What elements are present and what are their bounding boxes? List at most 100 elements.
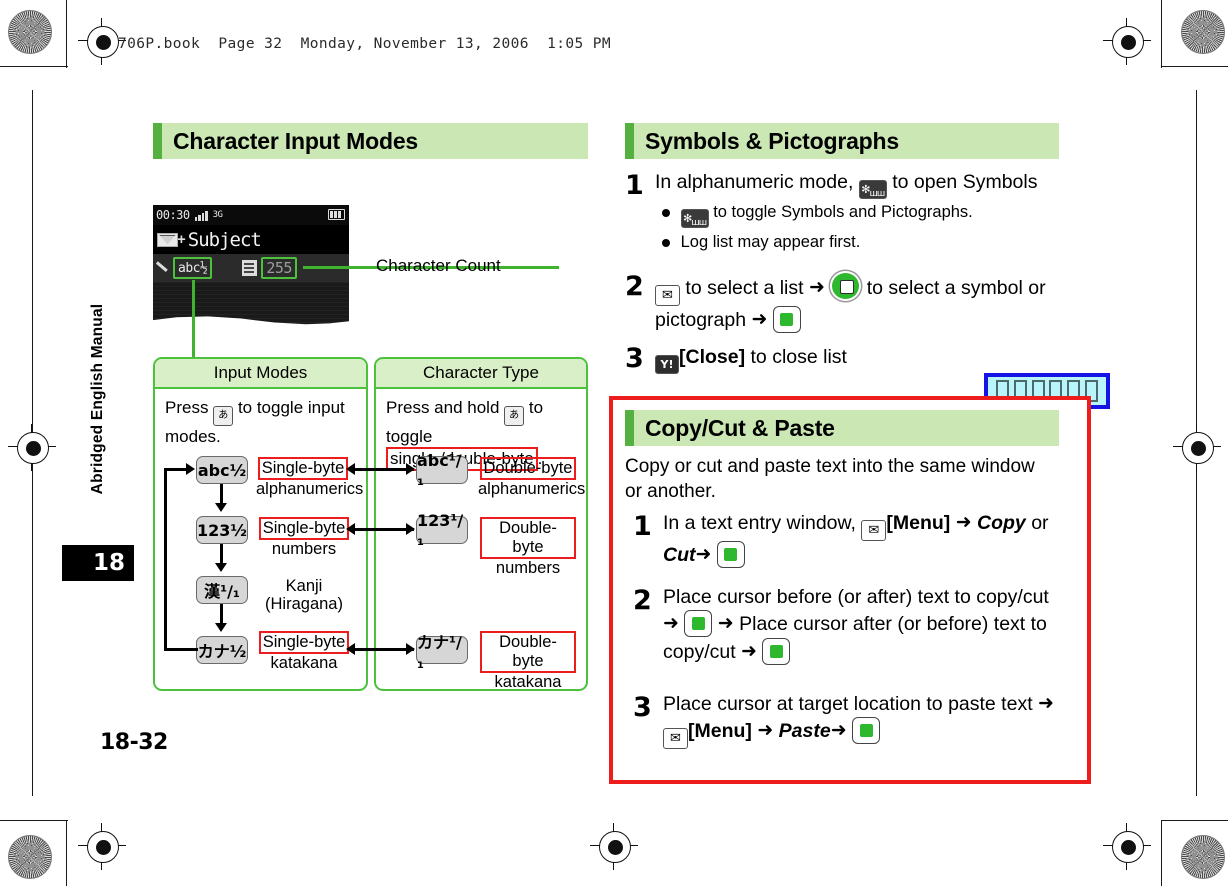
- flow-sub-single-kata: katakana: [270, 653, 338, 672]
- mail-key-icon-2[interactable]: ✉: [861, 520, 887, 541]
- reg-bullseye-mr: [1182, 432, 1214, 464]
- flow-label-kanji: Kanji (Hiragana): [265, 577, 343, 614]
- step3-text-b: to close list: [750, 346, 847, 368]
- print-registration-starburst-tr: [1181, 10, 1225, 54]
- arrow-glyph-4: ➜: [695, 544, 712, 565]
- step3-close-label: [Close]: [679, 346, 746, 368]
- copy3-text-a: Place cursor at target location to paste…: [663, 693, 1033, 715]
- crop-frame-topright: [1161, 0, 1163, 68]
- step1-text-a: In alphanumeric mode,: [655, 171, 854, 193]
- character-mode-key-icon-2: あ: [504, 406, 525, 426]
- flow-sub-single-alnum: alphanumerics: [256, 479, 364, 498]
- step-text-sym-1: In alphanumeric mode, ✻шш to open Symbol…: [655, 170, 1055, 199]
- crop-frame-bottom2: [0, 820, 68, 822]
- section-heading-copy-label: Copy/Cut & Paste: [645, 414, 835, 441]
- mail-key-icon-3[interactable]: ✉: [663, 728, 688, 750]
- print-registration-starburst-br: [1181, 835, 1225, 879]
- flow-arrowhead-h3r: [406, 643, 415, 655]
- step-number-sym-3: 3: [625, 343, 644, 374]
- reg-bullseye-bl: [87, 831, 119, 863]
- star-key-icon[interactable]: ✻шш: [858, 180, 887, 199]
- status-time: 00:30: [156, 208, 190, 222]
- bullet-text-1: to toggle Symbols and Pictographs.: [713, 203, 973, 221]
- softkey-y-icon[interactable]: Y!: [655, 355, 679, 374]
- reg-bullseye-tl: [87, 26, 119, 58]
- mode-key-single-alphanumerics: abc½: [196, 456, 248, 484]
- flow-loop-bottom: [164, 648, 198, 651]
- panel-input-modes-title: Input Modes: [155, 359, 366, 389]
- nav-center-key-icon-3[interactable]: [684, 610, 713, 638]
- flow-arrowhead-d3: [215, 623, 227, 632]
- step-text-copy-2: Place cursor before (or after) text to c…: [663, 585, 1068, 665]
- star-key-icon-2[interactable]: ✻шш: [680, 209, 709, 228]
- subject-label: Subject: [187, 228, 262, 251]
- flow-arrow-h1: [352, 468, 414, 471]
- network-indicator: 3G: [212, 210, 223, 220]
- crop-frame-bottomright2: [1161, 820, 1228, 822]
- mode-key-double-alphanumerics: abc¹/₁: [416, 451, 468, 489]
- page-folio: 18-32: [100, 730, 168, 755]
- signal-strength-icon: [194, 210, 208, 221]
- mode-key-double-numbers: 123¹/₁: [416, 511, 468, 549]
- nav-center-key-icon-5[interactable]: [852, 717, 881, 745]
- arrow-glyph-3: ➜: [955, 512, 972, 533]
- copy1-menu-label: [Menu]: [886, 512, 951, 534]
- mail-key-icon[interactable]: ✉: [655, 285, 680, 306]
- arrow-glyph-7: ➜: [741, 640, 757, 662]
- section-heading-symbols-label: Symbols & Pictographs: [645, 127, 899, 154]
- mode-key-double-katakana: カナ¹/₁: [416, 633, 468, 672]
- flow-arrowhead-h2l: [346, 523, 355, 535]
- flow-sub-double-kata: katakana: [494, 672, 562, 691]
- copy1-text-a: In a text entry window,: [663, 512, 856, 534]
- panel-input-modes-prefix: Press: [165, 398, 209, 417]
- reg-bullseye-br: [1112, 831, 1144, 863]
- reg-bullseye-bm: [599, 831, 631, 863]
- panel-character-type-title: Character Type: [376, 359, 586, 389]
- print-registration-starburst-bl: [8, 835, 52, 879]
- flow-sub-single-num: numbers: [271, 539, 337, 558]
- nav-ring-key-icon[interactable]: [830, 271, 862, 301]
- document-icon: [242, 260, 258, 276]
- reg-bullseye-ml: [17, 432, 49, 464]
- flow-boxed-double-kata: Double-byte: [480, 631, 576, 673]
- envelope-icon: [157, 232, 178, 247]
- copy1-italic-a: Copy: [977, 512, 1026, 534]
- nav-center-key-icon-2[interactable]: [716, 541, 745, 568]
- flow-label-single-alphanumerics: Single-byte alphanumerics: [256, 457, 363, 498]
- crop-frame-bottomright: [1161, 820, 1163, 886]
- arrow-glyph-2: ➜: [751, 309, 768, 330]
- step-bullet-sym-1a: ✻шш to toggle Symbols and Pictographs.: [662, 203, 1052, 228]
- crop-frame-bottom: [66, 820, 68, 886]
- callout-character-count-label: Character Count: [376, 256, 501, 275]
- arrow-glyph-1: ➜: [808, 277, 825, 298]
- bullet-text-2: Log list may appear first.: [680, 233, 861, 251]
- step-text-copy-1: In a text entry window, ✉ [Menu] ➜ Copy o…: [663, 511, 1063, 568]
- step-number-copy-2: 2: [633, 585, 652, 616]
- step1-text-b: to open Symbols: [892, 171, 1038, 193]
- heading-accent-bar-2: [625, 123, 634, 159]
- flow-boxed-single-kata: Single-byte: [258, 631, 350, 654]
- copy1-italic-b: Cut: [663, 544, 696, 566]
- arrow-glyph-6: ➜: [717, 613, 734, 635]
- step-text-sym-3: Y! [Close] to close list: [655, 345, 1055, 374]
- nav-center-key-icon-4[interactable]: [762, 637, 791, 665]
- flow-arrowhead-h3l: [346, 643, 355, 655]
- section-heading-symbols-pictographs: Symbols & Pictographs: [625, 123, 1059, 159]
- arrow-glyph-9: ➜: [757, 720, 774, 742]
- flow-loop-top: [164, 468, 188, 471]
- section-heading-copy-cut-paste: Copy/Cut & Paste: [625, 410, 1059, 446]
- flow-boxed-single-alnum: Single-byte: [257, 457, 349, 480]
- nav-center-key-icon[interactable]: [772, 306, 801, 333]
- crop-frame-topright2: [1161, 66, 1228, 68]
- flow-boxed-single-num: Single-byte: [258, 517, 350, 540]
- flow-loop-left: [164, 470, 167, 650]
- heading-accent-bar-3: [625, 410, 634, 446]
- step-bullet-sym-1b: Log list may appear first.: [662, 233, 1052, 252]
- character-count-highlight: 255: [261, 257, 297, 279]
- copy1-text-b: or: [1031, 512, 1049, 534]
- arrow-glyph-8: ➜: [1038, 693, 1054, 714]
- step-number-copy-3: 3: [633, 692, 652, 723]
- flow-arrowhead-d1: [215, 503, 227, 512]
- flow-sub-double-alnum: alphanumerics: [478, 479, 586, 498]
- running-header: 706P.book Page 32 Monday, November 13, 2…: [118, 36, 612, 52]
